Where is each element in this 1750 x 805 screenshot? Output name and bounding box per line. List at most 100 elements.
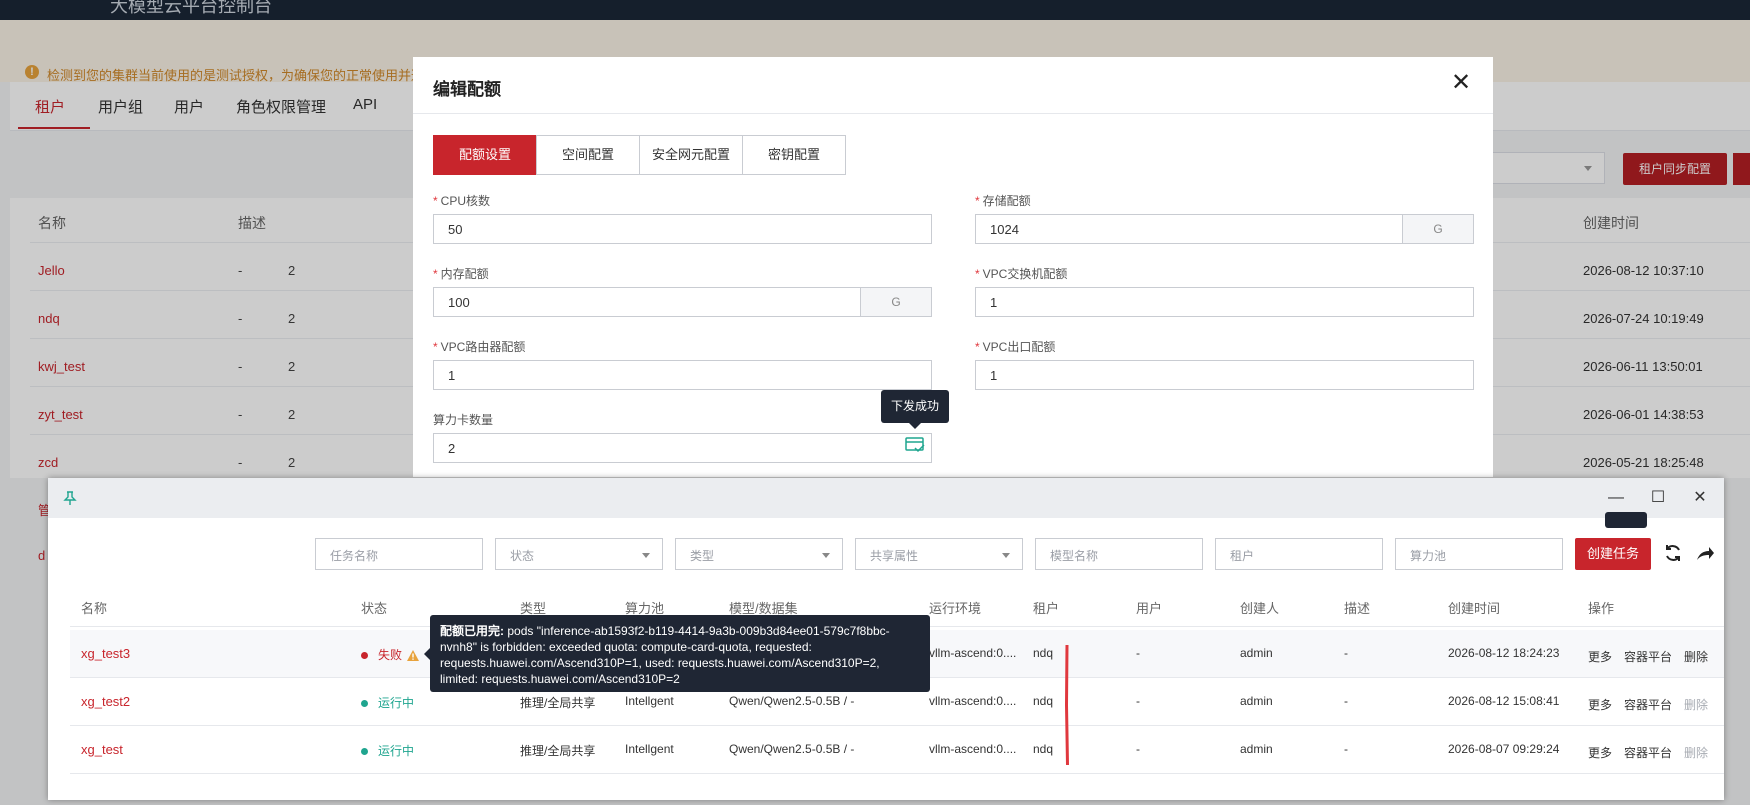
delete-button[interactable]: 删除 [1684, 648, 1708, 665]
storage-label: * 存储配额 [975, 194, 1031, 208]
pool-filter[interactable]: 算力池 [1395, 538, 1563, 570]
cpu-value: 50 [448, 222, 463, 237]
more-button[interactable]: 更多 [1588, 648, 1612, 665]
storage-unit: G [1402, 215, 1473, 243]
maximize-icon[interactable]: ☐ [1646, 486, 1670, 510]
share-placeholder: 共享属性 [870, 549, 919, 563]
tab-space-config[interactable]: 空间配置 [536, 135, 640, 175]
compute-cards-input[interactable]: 2 [433, 433, 932, 463]
pin-icon[interactable] [62, 490, 78, 506]
type-placeholder: 类型 [690, 549, 715, 563]
minimize-icon[interactable]: — [1604, 486, 1628, 510]
model-name-placeholder: 模型名称 [1050, 549, 1099, 563]
type-filter[interactable]: 类型 [675, 538, 843, 570]
delete-button[interactable]: 删除 [1684, 744, 1708, 761]
vpc-switch-input[interactable]: 1 [975, 287, 1474, 317]
env-cell: vllm-ascend:0.... [929, 646, 1017, 660]
card-check-icon[interactable] [905, 437, 925, 453]
vpc-egress-input[interactable]: 1 [975, 360, 1474, 390]
pool-cell: Intellgent [625, 694, 674, 708]
more-button[interactable]: 更多 [1588, 744, 1612, 761]
task-name-placeholder: 任务名称 [330, 549, 379, 563]
column-header-tenant: 租户 [1033, 601, 1060, 616]
modal-title: 编辑配额 [433, 80, 501, 99]
container-platform-button[interactable]: 容器平台 [1624, 696, 1672, 713]
desc-cell: - [1344, 742, 1348, 756]
creator-cell: admin [1240, 742, 1273, 756]
user-cell: - [1136, 646, 1140, 660]
tenant-cell: ndq [1033, 694, 1054, 708]
memory-label: * 内存配额 [433, 267, 489, 281]
env-cell: vllm-ascend:0.... [929, 694, 1017, 708]
column-header-status: 状态 [361, 601, 388, 616]
column-header-desc: 描述 [1344, 601, 1371, 616]
chevron-down-icon [822, 553, 830, 558]
status-dot [361, 700, 368, 708]
model-cell: Qwen/Qwen2.5-0.5B / - [729, 694, 855, 708]
model-name-filter[interactable]: 模型名称 [1035, 538, 1203, 570]
container-platform-button[interactable]: 容器平台 [1624, 744, 1672, 761]
tenant-cell: ndq [1033, 646, 1054, 660]
vpc-router-value: 1 [448, 368, 456, 383]
status-filter[interactable]: 状态 [495, 538, 663, 570]
share-icon[interactable] [1694, 542, 1716, 564]
vpc-switch-label: * VPC交换机配额 [975, 267, 1068, 281]
divider [413, 113, 1493, 114]
tab-security-element-config[interactable]: 安全网元配置 [639, 135, 743, 175]
pool-cell: Intellgent [625, 742, 674, 756]
memory-unit: G [860, 288, 931, 316]
vpc-switch-value: 1 [990, 295, 998, 310]
edit-quota-modal: 编辑配额 ✕ 配额设置 空间配置 安全网元配置 密钥配置 * CPU核数 50 *… [413, 57, 1493, 477]
column-header-env: 运行环境 [929, 601, 982, 616]
creator-cell: admin [1240, 694, 1273, 708]
tab-key-config[interactable]: 密钥配置 [742, 135, 846, 175]
compute-cards-label: 算力卡数量 [433, 413, 494, 427]
tab-quota-settings[interactable]: 配额设置 [433, 135, 537, 175]
task-name-filter[interactable]: 任务名称 [315, 538, 483, 570]
error-message: pods "inference-ab1593f2-b119-4414-9a3b-… [440, 624, 890, 686]
type-cell: 推理/全局共享 [520, 744, 596, 758]
cpu-input[interactable]: 50 [433, 214, 932, 244]
close-icon[interactable]: ✕ [1688, 486, 1712, 510]
refresh-icon[interactable] [1662, 542, 1684, 564]
container-platform-button[interactable]: 容器平台 [1624, 648, 1672, 665]
model-cell: Qwen/Qwen2.5-0.5B / - [729, 742, 855, 756]
tenant-filter[interactable]: 租户 [1215, 538, 1383, 570]
task-name-link[interactable]: xg_test3 [81, 646, 130, 661]
tenant-placeholder: 租户 [1230, 549, 1255, 563]
user-cell: - [1136, 694, 1140, 708]
type-cell: 推理/全局共享 [520, 696, 596, 710]
warning-icon[interactable] [407, 650, 420, 662]
compute-cards-value: 2 [448, 441, 456, 456]
create-task-button[interactable]: 创建任务 [1575, 538, 1651, 570]
more-button[interactable]: 更多 [1588, 696, 1612, 713]
user-cell: - [1136, 742, 1140, 756]
task-name-link[interactable]: xg_test [81, 742, 123, 757]
vpc-router-label: * VPC路由器配额 [433, 340, 526, 354]
tooltip-arrow [909, 423, 921, 429]
storage-value: 1024 [990, 222, 1019, 237]
close-icon[interactable]: ✕ [1451, 71, 1471, 95]
pool-placeholder: 算力池 [1410, 549, 1447, 563]
vpc-egress-label: * VPC出口配额 [975, 340, 1056, 354]
delete-button[interactable]: 删除 [1684, 696, 1708, 713]
memory-value: 100 [448, 295, 470, 310]
created-time-cell: 2026-08-12 18:24:23 [1448, 646, 1560, 660]
column-header-created: 创建时间 [1448, 601, 1501, 616]
column-header-actions: 操作 [1588, 601, 1615, 616]
creator-cell: admin [1240, 646, 1273, 660]
storage-input[interactable]: 1024 G [975, 214, 1474, 244]
desc-cell: - [1344, 646, 1348, 660]
column-header-name: 名称 [81, 601, 108, 616]
cpu-label: * CPU核数 [433, 194, 491, 208]
task-name-link[interactable]: xg_test2 [81, 694, 130, 709]
tooltip [1605, 512, 1647, 528]
memory-input[interactable]: 100 G [433, 287, 932, 317]
vpc-router-input[interactable]: 1 [433, 360, 932, 390]
tenant-cell: ndq [1033, 742, 1054, 756]
chevron-down-icon [642, 553, 650, 558]
share-filter[interactable]: 共享属性 [855, 538, 1023, 570]
status-badge: 失败 [361, 646, 420, 663]
quota-error-tooltip: 配额已用完: pods "inference-ab1593f2-b119-441… [430, 615, 930, 692]
status-placeholder: 状态 [510, 549, 535, 563]
